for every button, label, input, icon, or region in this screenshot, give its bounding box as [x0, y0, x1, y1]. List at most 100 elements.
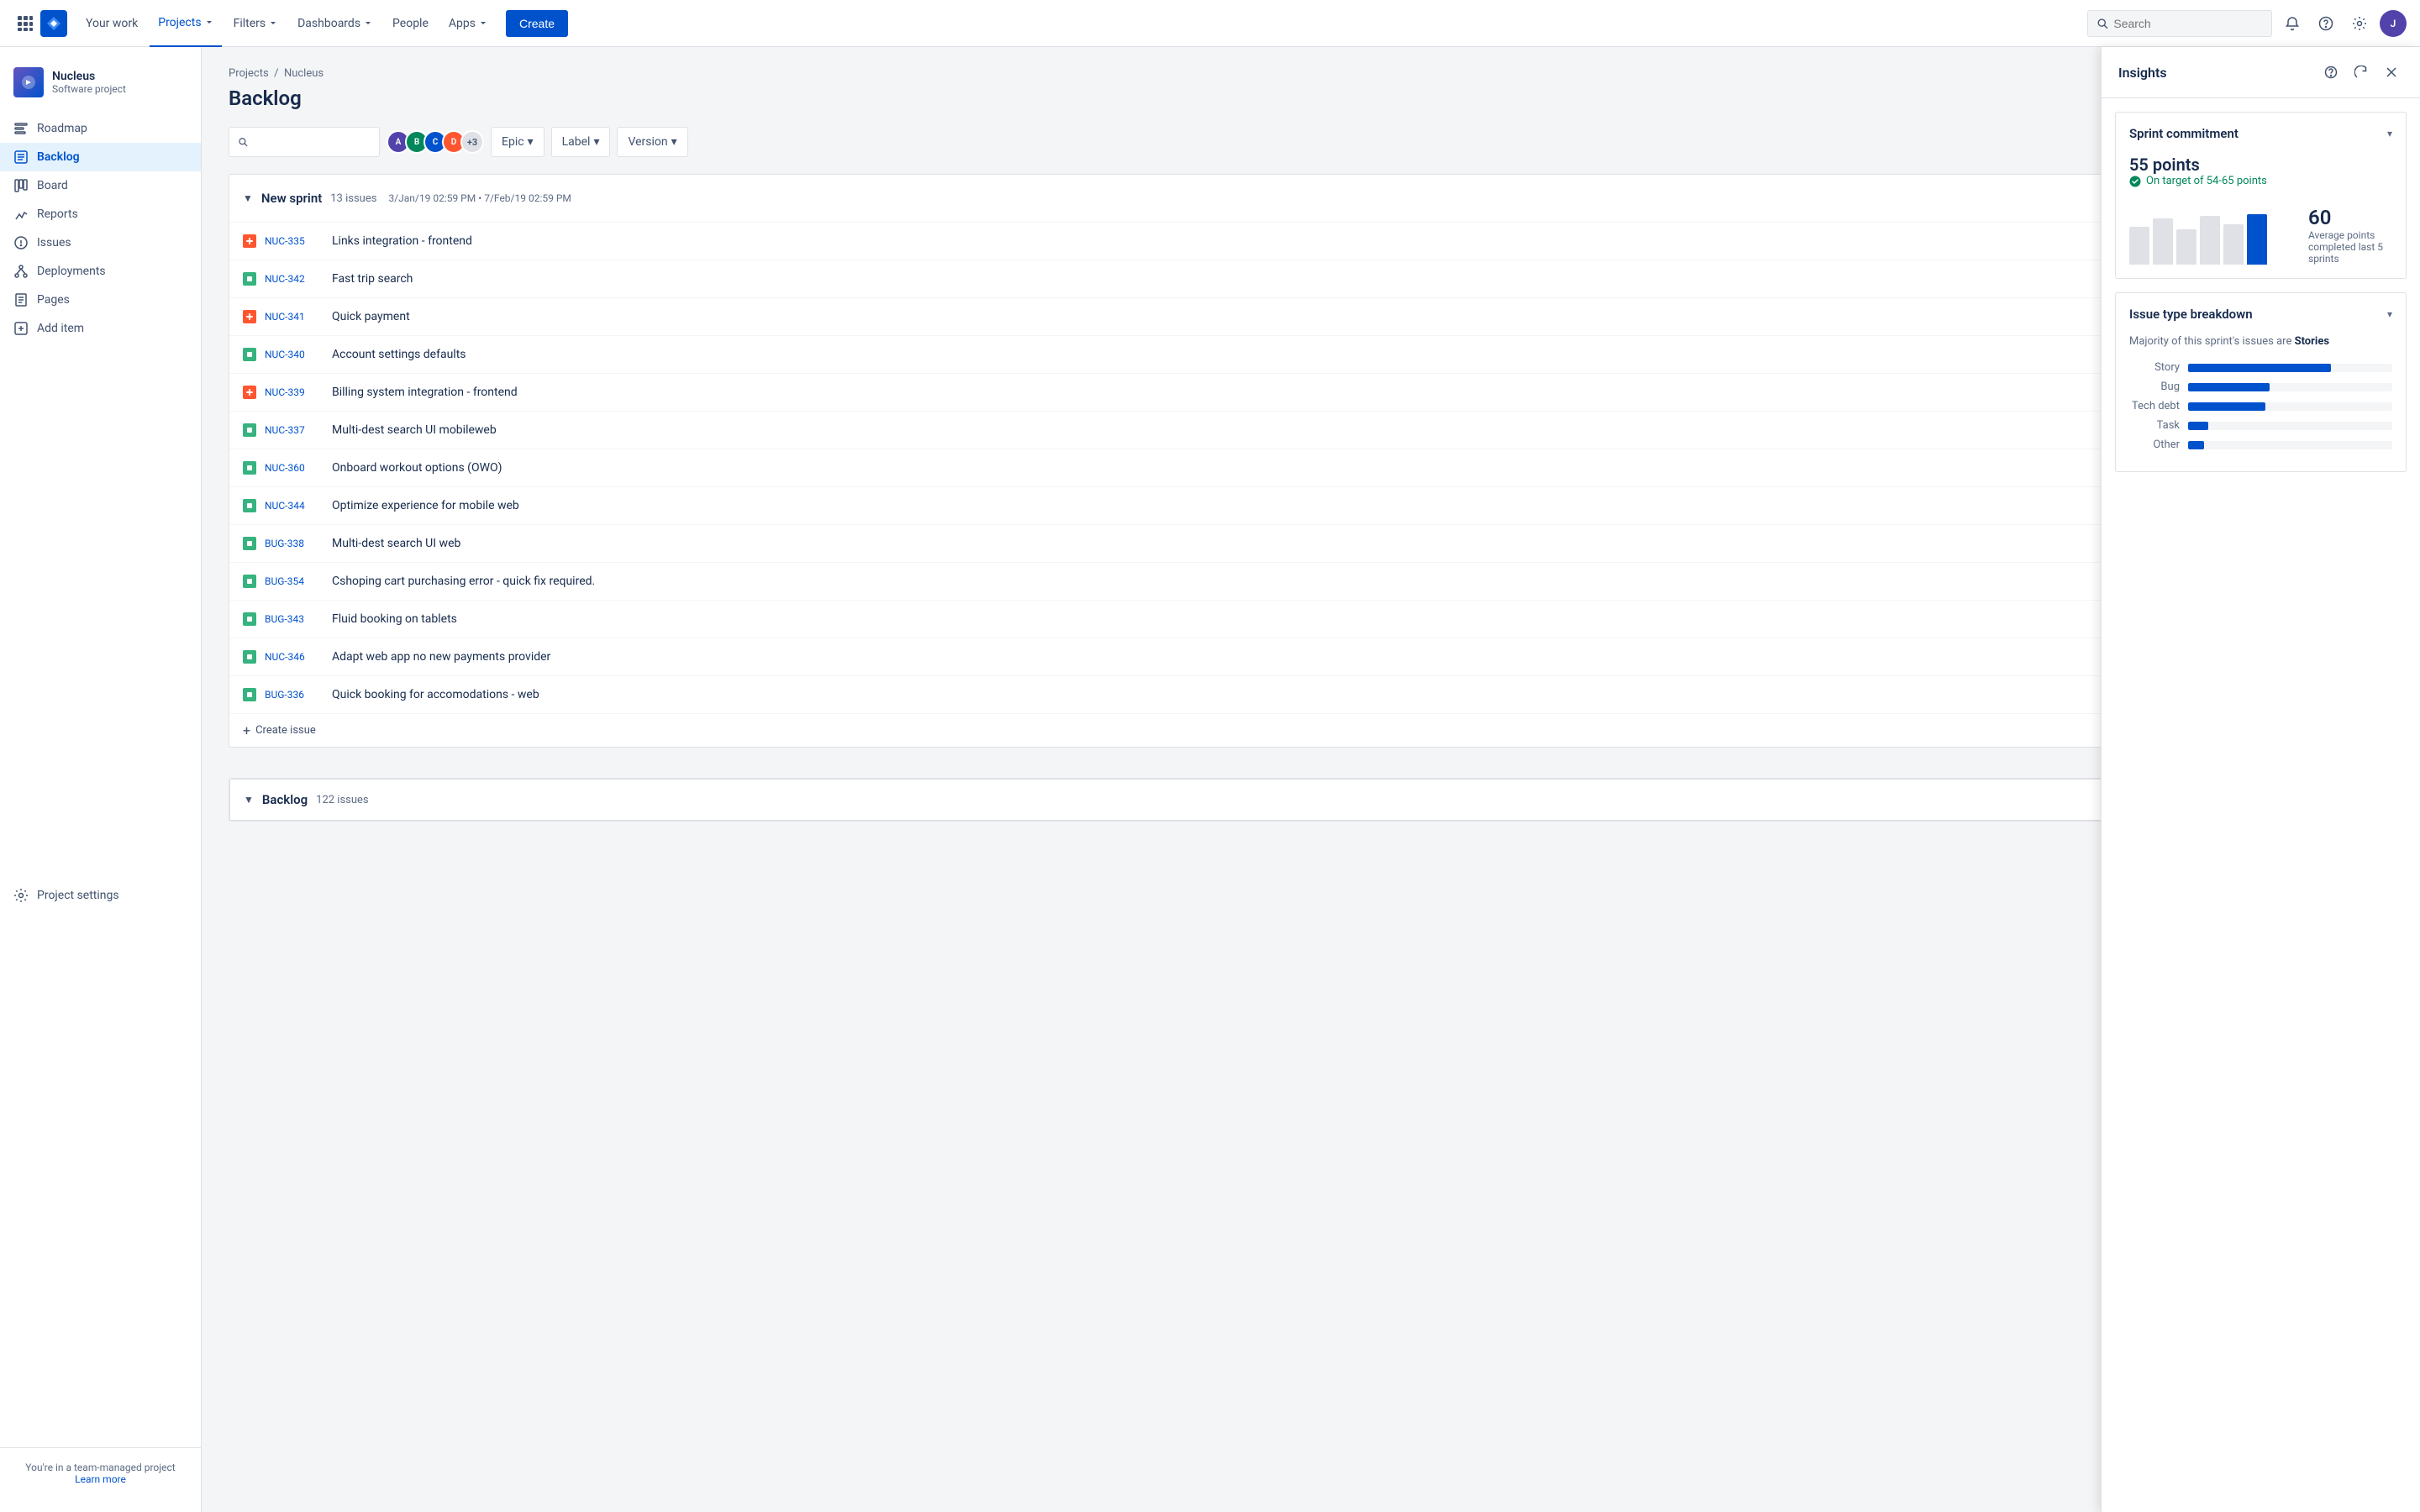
breakdown-item-label: Other: [2129, 438, 2180, 451]
issue-row[interactable]: NUC-339 Billing system integration - fro…: [229, 373, 2392, 411]
issue-row[interactable]: NUC-337 Multi-dest search UI mobileweb A…: [229, 411, 2392, 449]
user-avatar[interactable]: J: [2380, 10, 2407, 37]
sidebar-item-roadmap[interactable]: Roadmap: [0, 114, 201, 143]
backlog-icon: [13, 150, 29, 165]
avatar-count[interactable]: +3: [460, 130, 484, 154]
sidebar-item-settings[interactable]: Project settings: [0, 881, 201, 910]
issue-row[interactable]: NUC-340 Account settings defaults ACCOUN…: [229, 335, 2392, 373]
sidebar-bottom: You're in a team-managed project Learn m…: [0, 1447, 201, 1499]
sidebar-item-backlog[interactable]: Backlog: [0, 143, 201, 171]
backlog-search-input[interactable]: [253, 135, 371, 149]
issue-key[interactable]: NUC-342: [265, 273, 324, 285]
section-divider[interactable]: [229, 754, 2393, 778]
settings-nav-icon: [13, 888, 29, 903]
sidebar-item-pages[interactable]: Pages: [0, 286, 201, 314]
project-name: Nucleus: [52, 70, 126, 83]
chart-annotation: 60 Average points completed last 5 sprin…: [2308, 206, 2392, 265]
breakdown-bar-bg: [2188, 402, 2392, 411]
sidebar-item-add[interactable]: Add item: [0, 314, 201, 343]
breakdown-item-label: Tech debt: [2129, 400, 2180, 412]
issue-key[interactable]: BUG-338: [265, 538, 324, 549]
issue-row[interactable]: NUC-341 Quick payment FEEDBACK C: [229, 297, 2392, 335]
sidebar: Nucleus Software project Roadmap Backlog: [0, 47, 202, 1512]
issue-key[interactable]: NUC-341: [265, 311, 324, 323]
breakdown-row: Task: [2129, 419, 2392, 432]
issue-key[interactable]: BUG-354: [265, 575, 324, 587]
issue-key[interactable]: NUC-340: [265, 349, 324, 360]
epic-filter[interactable]: Epic ▾: [491, 127, 544, 157]
breadcrumb-projects[interactable]: Projects: [229, 67, 269, 80]
sidebar-item-deployments[interactable]: Deployments: [0, 257, 201, 286]
label-chevron-icon: ▾: [593, 135, 599, 149]
backlog-search[interactable]: [229, 127, 380, 157]
issue-key[interactable]: NUC-339: [265, 386, 324, 398]
issue-row[interactable]: BUG-354 Cshoping cart purchasing error -…: [229, 562, 2392, 600]
issue-key[interactable]: NUC-337: [265, 424, 324, 436]
issue-row[interactable]: NUC-344 Optimize experience for mobile w…: [229, 486, 2392, 524]
label-filter[interactable]: Label ▾: [551, 127, 611, 157]
sprint-header[interactable]: ▼ New sprint 13 issues 3/Jan/19 02:59 PM…: [229, 175, 2392, 222]
commitment-chevron-icon[interactable]: ▾: [2387, 128, 2392, 139]
topnav: Your work Projects Filters Dashboards Pe…: [0, 0, 2420, 47]
breakdown-bar-fill: [2188, 441, 2204, 449]
notifications-icon[interactable]: [2279, 10, 2306, 37]
sidebar-item-reports[interactable]: Reports: [0, 200, 201, 228]
on-target-icon: [2129, 176, 2141, 187]
nav-your-work[interactable]: Your work: [77, 0, 146, 47]
breadcrumb-project[interactable]: Nucleus: [284, 67, 324, 80]
issue-key[interactable]: NUC-335: [265, 235, 324, 247]
breakdown-item-label: Bug: [2129, 381, 2180, 393]
nav-dashboards[interactable]: Dashboards: [289, 0, 381, 47]
nav-people[interactable]: People: [384, 0, 437, 47]
settings-icon[interactable]: [2346, 10, 2373, 37]
help-icon[interactable]: [2312, 10, 2339, 37]
nav-filters[interactable]: Filters: [225, 0, 287, 47]
grid-menu-icon[interactable]: [13, 12, 37, 35]
sidebar-item-board[interactable]: Board: [0, 171, 201, 200]
commitment-title: Sprint commitment: [2129, 126, 2238, 141]
nav-apps[interactable]: Apps: [440, 0, 496, 47]
avg-number: 60: [2308, 206, 2392, 229]
avg-label: Average points completed last 5 sprints: [2308, 229, 2392, 265]
insights-close-icon[interactable]: [2380, 60, 2403, 84]
breakdown-row: Other: [2129, 438, 2392, 451]
learn-more-link[interactable]: Learn more: [75, 1473, 126, 1485]
issue-row[interactable]: NUC-342 Fast trip search ACCOUNTS B: [229, 260, 2392, 297]
breakdown-item-label: Story: [2129, 361, 2180, 374]
nav-projects[interactable]: Projects: [150, 0, 221, 47]
issue-type-icon: [243, 499, 256, 512]
version-filter[interactable]: Version ▾: [617, 127, 687, 157]
jira-logo[interactable]: [40, 10, 67, 37]
backlog-count: 122 issues: [316, 794, 369, 806]
issue-row[interactable]: NUC-346 Adapt web app no new payments pr…: [229, 638, 2392, 675]
breakdown-bar-fill: [2188, 364, 2331, 372]
issue-summary: Cshoping cart purchasing error - quick f…: [332, 575, 2347, 588]
issue-key[interactable]: NUC-346: [265, 651, 324, 663]
issue-row[interactable]: BUG-343 Fluid booking on tablets FEEDBAC…: [229, 600, 2392, 638]
issue-row[interactable]: NUC-360 Onboard workout options (OWO) AC…: [229, 449, 2392, 486]
breakdown-chevron-icon[interactable]: ▾: [2387, 308, 2392, 320]
bar-3: [2176, 229, 2196, 265]
create-issue-row[interactable]: + Create issue: [229, 713, 2392, 747]
issue-row[interactable]: BUG-336 Quick booking for accomodations …: [229, 675, 2392, 713]
issue-key[interactable]: BUG-343: [265, 613, 324, 625]
search-box[interactable]: [2087, 10, 2272, 37]
breakdown-card: Issue type breakdown ▾ Majority of this …: [2115, 292, 2407, 472]
backlog-header[interactable]: ▼ Backlog 122 issues 65 0 0: [229, 779, 2392, 821]
insights-help-icon[interactable]: [2319, 60, 2343, 84]
issues-icon: [13, 235, 29, 250]
create-button[interactable]: Create: [506, 10, 568, 37]
sidebar-item-issues[interactable]: Issues: [0, 228, 201, 257]
search-input[interactable]: [2113, 17, 2263, 30]
issue-key[interactable]: NUC-360: [265, 462, 324, 474]
issue-summary: Multi-dest search UI web: [332, 537, 2275, 550]
breakdown-bar-fill: [2188, 422, 2208, 430]
issue-key[interactable]: BUG-336: [265, 689, 324, 701]
insights-refresh-icon[interactable]: [2349, 60, 2373, 84]
issue-key[interactable]: NUC-344: [265, 500, 324, 512]
sprint-dates: 3/Jan/19 02:59 PM • 7/Feb/19 02:59 PM: [388, 192, 571, 204]
issue-row[interactable]: BUG-338 Multi-dest search UI web ACCOUNT…: [229, 524, 2392, 562]
breakdown-highlight: Stories: [2295, 335, 2329, 348]
issue-summary: Quick booking for accomodations - web: [332, 688, 2347, 701]
issue-row[interactable]: NUC-335 Links integration - frontend BIL…: [229, 222, 2392, 260]
